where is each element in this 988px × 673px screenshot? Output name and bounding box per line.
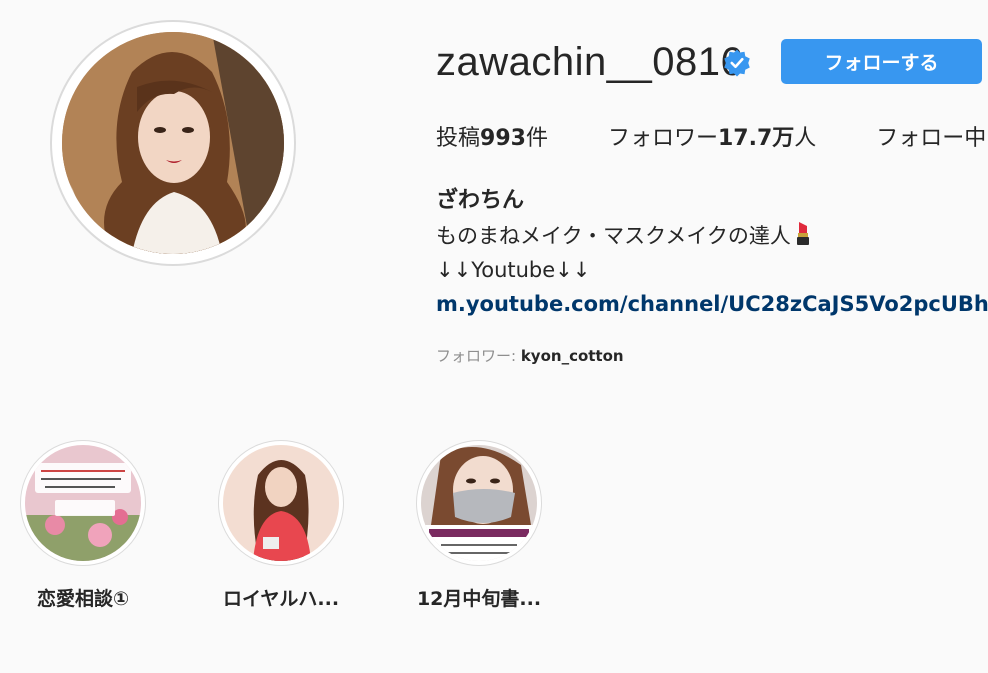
profile-stats: 投稿 993 件 フォロワー 17.7万人 フォロー中 [436,120,988,152]
posts-suffix: 件 [525,126,548,151]
highlight-cover [25,445,141,561]
bio-line-2: ↓↓Youtube↓↓ [436,258,591,282]
profile-external-link[interactable]: m.youtube.com/channel/UC28zCaJS5Vo2pcUBh… [436,292,988,316]
bio-line-1: ものまねメイク・マスクメイクの達人 [436,220,813,250]
highlight-cover [223,445,339,561]
bio-text-1: ものまねメイク・マスクメイクの達人 [436,224,791,248]
highlight-ring [20,440,146,566]
highlight-ring [218,440,344,566]
highlight-label: ロイヤルハ... [222,588,340,610]
highlight-item[interactable]: 恋愛相談① [3,440,163,611]
posts-prefix: 投稿 [436,126,481,151]
stat-followers[interactable]: フォロワー 17.7万人 [608,120,816,152]
followed-by-label: フォロワー: [436,347,521,365]
followers-suffix: 人 [794,126,817,151]
profile-full-name: ざわちん [436,188,525,213]
followers-prefix: フォロワー [607,126,718,151]
avatar-photo [62,32,284,254]
follow-button[interactable]: フォローする [781,39,982,84]
following-label: フォロー中 [876,126,987,151]
followed-by-account[interactable]: kyon_cotton [521,347,624,365]
profile-username: zawachin__0816 [436,40,744,84]
followers-count: 17.7万 [717,126,795,151]
highlight-cover [421,445,537,561]
profile-page: zawachin__0816 フォローする 投稿 993 件 フォロワー 17.7万人… [0,0,988,673]
highlight-label: 12月中旬書... [416,588,542,610]
highlight-item[interactable]: 12月中旬書... [399,440,559,611]
posts-count: 993 [480,126,526,151]
profile-avatar[interactable] [50,20,296,266]
lipstick-icon [796,222,809,245]
highlight-item[interactable]: ロイヤルハ... [201,440,361,611]
stat-posts: 投稿 993 件 [436,120,548,152]
followed-by: フォロワー: kyon_cotton [436,345,624,366]
stat-following[interactable]: フォロー中 [876,120,986,152]
highlight-ring [416,440,542,566]
highlight-label: 恋愛相談① [36,588,130,610]
verified-badge-icon [724,49,750,77]
